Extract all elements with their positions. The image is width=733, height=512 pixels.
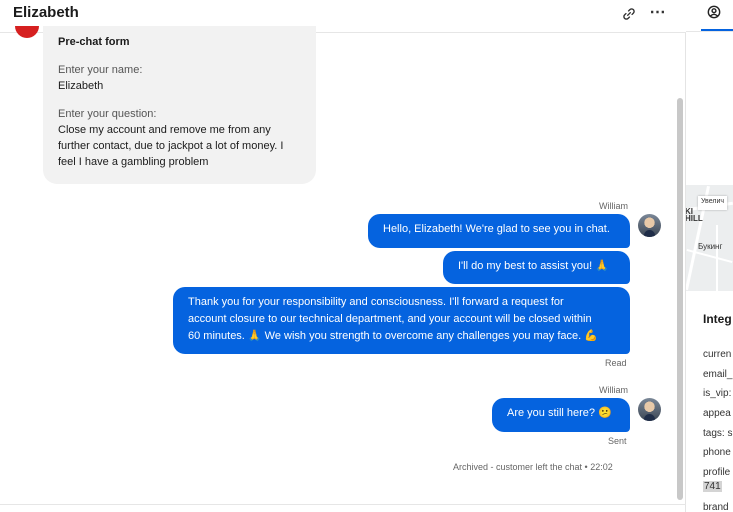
- message-status: Read: [605, 358, 627, 368]
- message-bubble: Are you still here? 😕: [492, 398, 630, 432]
- link-icon[interactable]: [618, 3, 640, 25]
- question-label: Enter your question:: [58, 108, 157, 120]
- name-value: Elizabeth: [58, 80, 104, 92]
- message-bubble: I'll do my best to assist you! 🙏: [443, 251, 630, 284]
- name-label: Enter your name:: [58, 64, 143, 76]
- question-line: further contact, due to jackpot a lot of…: [58, 140, 284, 152]
- info-field: brand: [703, 502, 729, 512]
- divider: [686, 31, 733, 32]
- question-line: Close my account and remove me from any: [58, 124, 271, 136]
- map-label: HILL: [686, 214, 703, 223]
- message-status: Sent: [608, 436, 627, 446]
- highlighted-value: 741: [703, 481, 722, 492]
- info-field: tags: s: [703, 428, 733, 439]
- chat-pane: Elizabeth ⋯ Pre-chat form Enter your nam…: [0, 0, 686, 512]
- divider: [0, 504, 686, 505]
- info-field: is_vip:: [703, 388, 732, 399]
- user-info-tab[interactable]: [705, 3, 723, 21]
- message-text: 60 minutes. 🙏 We wish you strength to ov…: [188, 330, 598, 342]
- sender-name: William: [599, 201, 628, 211]
- message-text: Thank you for your responsibility and co…: [188, 296, 564, 308]
- info-field: phone: [703, 447, 731, 458]
- scrollbar-thumb[interactable]: [677, 98, 683, 500]
- question-line: feel I have a gambling problem: [58, 156, 209, 168]
- map-zoom-button[interactable]: Увелич: [698, 196, 727, 210]
- message-text: account closure to our technical departm…: [188, 313, 592, 325]
- agent-avatar: [638, 398, 661, 421]
- prechat-form-card: Pre-chat form Enter your name: Elizabeth…: [43, 26, 316, 184]
- agent-avatar: [638, 214, 661, 237]
- archived-note: Archived - customer left the chat • 22:0…: [453, 462, 613, 472]
- message-bubble: Thank you for your responsibility and co…: [173, 287, 630, 354]
- question-value: Close my account and remove me from any …: [58, 122, 303, 170]
- integrations-title: Integ: [703, 312, 732, 326]
- more-options-icon[interactable]: ⋯: [647, 1, 669, 23]
- info-field: profile: [703, 467, 731, 478]
- message-text: Hello, Elizabeth! We're glad to see you …: [383, 223, 610, 235]
- side-pane: KI HILL Букинг Увелич Integ curren email…: [686, 0, 733, 512]
- prechat-form-title: Pre-chat form: [58, 36, 130, 48]
- user-circle-icon: [707, 5, 721, 19]
- sender-name: William: [599, 385, 628, 395]
- info-field: appea: [703, 408, 731, 419]
- message-bubble: Hello, Elizabeth! We're glad to see you …: [368, 214, 630, 248]
- info-field: email_: [703, 369, 733, 380]
- message-text: Are you still here? 😕: [507, 407, 612, 419]
- message-text: I'll do my best to assist you! 🙏: [458, 260, 609, 272]
- info-field: curren: [703, 349, 732, 360]
- chat-title: Elizabeth: [13, 4, 79, 21]
- map-label: Букинг: [698, 242, 723, 251]
